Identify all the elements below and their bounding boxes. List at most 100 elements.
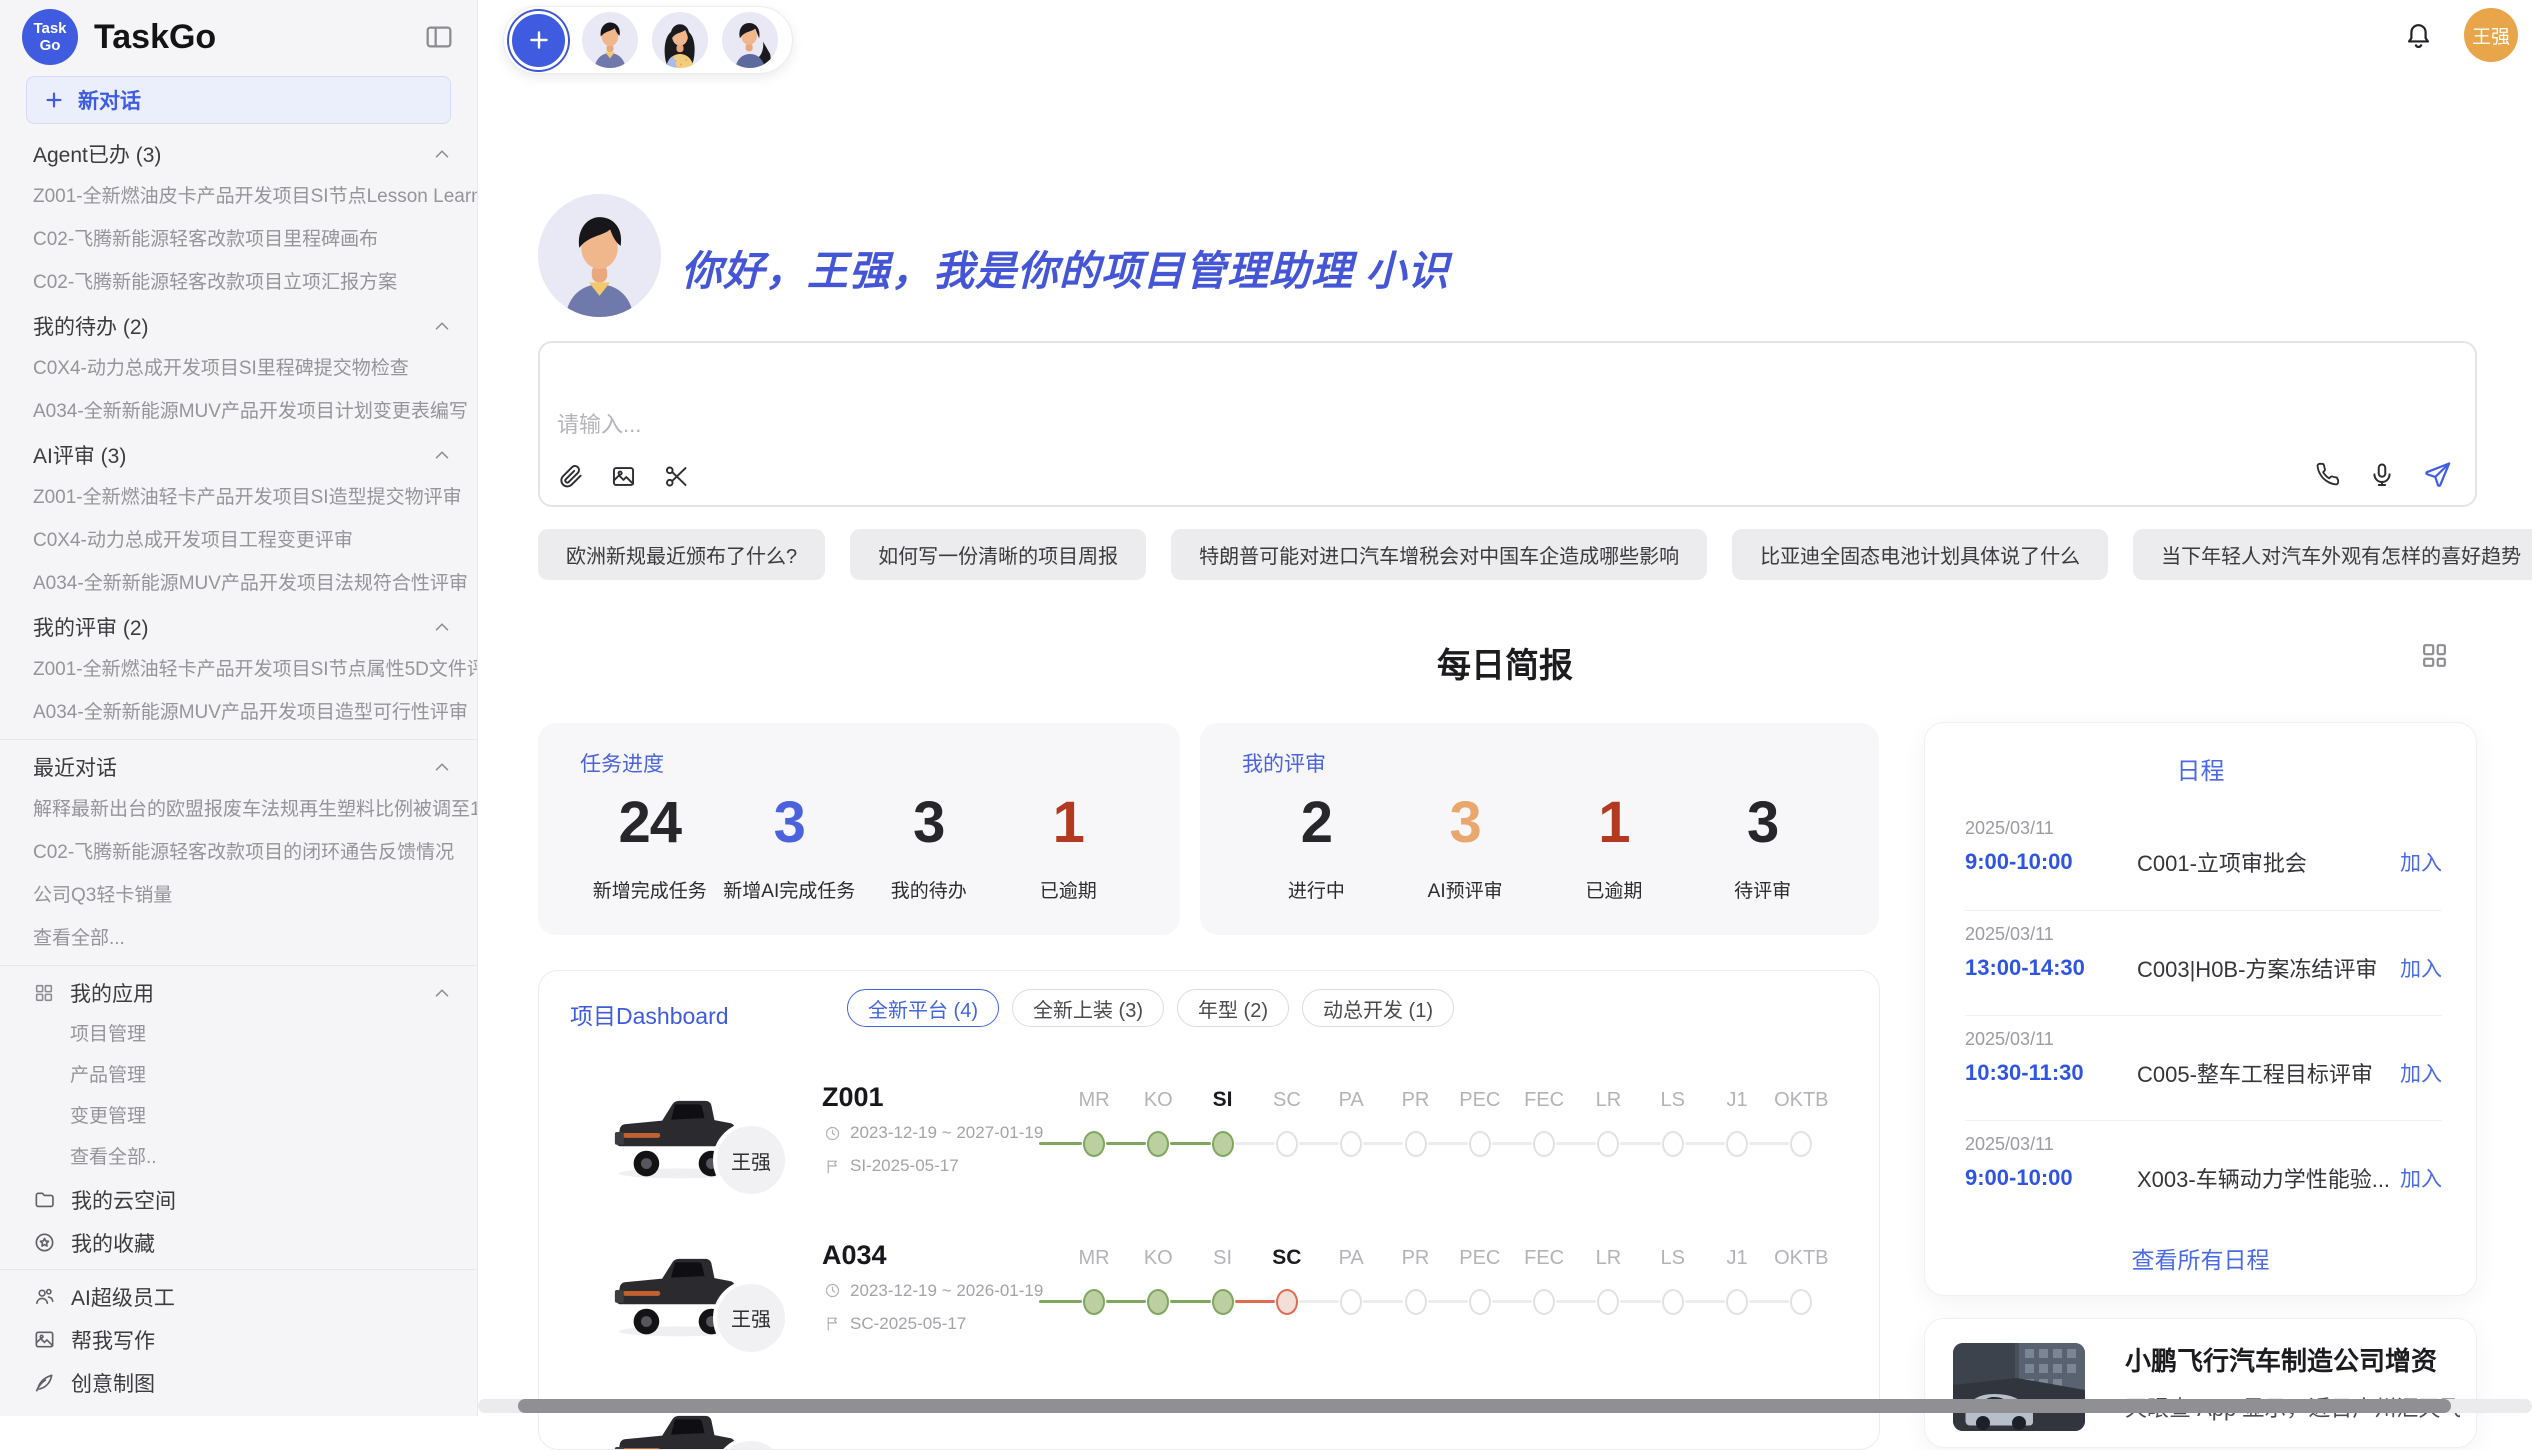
milestone-label: MR [1062,1246,1126,1274]
chevron-up-icon [431,315,453,337]
milestone-J1: J1 [1705,1088,1769,1157]
milestone-label: LR [1576,1246,1640,1274]
milestone-label: FEC [1512,1246,1576,1274]
add-agent-button[interactable] [509,11,568,70]
sidebar-item[interactable]: A034-全新新能源MUV产品开发项目法规符合性评审 [0,562,477,605]
dashboard-filters: 全新平台 (4) 全新上装 (3) 年型 (2) 动总开发 (1) [847,989,1454,1027]
sidebar-section-tasks-2[interactable]: AI评审 (3) [0,433,477,476]
stat-label: AI预评审 [1391,876,1540,903]
sidebar-item[interactable]: C0X4-动力总成开发项目工程变更评审 [0,519,477,562]
stat-label: 我的待办 [859,876,999,903]
view-all-schedule-link[interactable]: 查看所有日程 [1925,1241,2476,1275]
new-chat-button[interactable]: 新对话 [26,76,451,124]
sidebar-section-tasks-0[interactable]: Agent已办 (3) [0,132,477,175]
image-upload-icon[interactable] [610,463,637,490]
sidebar-item[interactable]: C02-飞腾新能源轻客改款项目立项汇报方案 [0,261,477,304]
section-title: AI评审 (3) [33,440,126,470]
news-card[interactable]: 小鹏飞行汽车制造公司增资 天眼查 App 显示，近日广州汇天飞行汽... [1924,1318,2477,1448]
flag-icon [824,1315,841,1332]
event-join-link[interactable]: 加入 [2400,1163,2442,1193]
event-join-link[interactable]: 加入 [2400,847,2442,877]
phone-call-icon[interactable] [2314,461,2342,489]
project-owner-avatar: 王强 [713,1280,789,1356]
milestone-PR: PR [1384,1088,1448,1157]
suggestion-chip-1[interactable]: 欧洲新规最近颁布了什么? [538,529,825,580]
sidebar-collapse-icon[interactable] [423,21,455,53]
sidebar-section-tasks-3[interactable]: 我的评审 (2) [0,605,477,648]
sidebar-item[interactable]: Z001-全新燃油皮卡产品开发项目SI节点Lesson Learn报告 [0,175,477,218]
horizontal-scrollbar-track[interactable] [478,1399,2532,1413]
agent-avatar-1[interactable] [582,12,638,68]
milestone-FEC: FEC [1512,1246,1576,1315]
milestone-PEC: PEC [1448,1088,1512,1157]
notification-bell-icon[interactable] [2403,20,2434,51]
stat-label: 新增完成任务 [580,876,720,903]
attachment-icon[interactable] [557,463,584,490]
milestone-label: PR [1384,1246,1448,1274]
dashboard-filter-pill[interactable]: 全新上装 (3) [1012,989,1164,1027]
task-progress-card: 任务进度 24 新增完成任务 3 新增AI完成任务 3 我的待办 1 已逾期 [538,723,1180,935]
sidebar-item[interactable]: 查看全部... [0,917,477,960]
sidebar-section-my-apps[interactable]: 我的应用 [0,971,477,1014]
sidebar-item[interactable]: A034-全新新能源MUV产品开发项目计划变更表编写 [0,390,477,433]
scissors-icon[interactable] [663,463,690,490]
sidebar-item[interactable]: 项目管理 [0,1014,477,1055]
milestone-PEC: PEC [1448,1246,1512,1315]
horizontal-scrollbar-thumb[interactable] [518,1399,2451,1413]
project-dates: 2023-12-19 ~ 2026-01-19 [824,1281,1043,1301]
dashboard-filter-pill[interactable]: 动总开发 (1) [1302,989,1454,1027]
section-title: 我的评审 (2) [33,612,149,642]
suggestion-chip-3[interactable]: 特朗普可能对进口汽车增税会对中国车企造成哪些影响 [1171,529,1707,580]
sidebar-item[interactable]: 变更管理 [0,1096,477,1137]
milestone-node [1340,1131,1362,1157]
sidebar-item[interactable]: A034-全新新能源MUV产品开发项目造型可行性评审 [0,691,477,734]
event-join-link[interactable]: 加入 [2400,953,2442,983]
project-row-Z001[interactable]: 王强 Z001 2023-12-19 ~ 2027-01-19 SI-2025-… [539,1076,1879,1233]
chevron-up-icon [431,982,453,1004]
sidebar-item[interactable]: Z001-全新燃油轻卡产品开发项目SI造型提交物评审 [0,476,477,519]
sidebar-item[interactable]: Z001-全新燃油轻卡产品开发项目SI节点属性5D文件评审 [0,648,477,691]
sidebar-item-badge[interactable]: 我的收藏 [0,1221,477,1264]
sidebar-item[interactable]: C02-飞腾新能源轻客改款项目里程碑画布 [0,218,477,261]
milestone-label: FEC [1512,1088,1576,1116]
send-icon[interactable] [2422,459,2453,490]
stat-value: 2 [1242,790,1391,856]
agent-avatar-2[interactable] [652,12,708,68]
sidebar-item[interactable]: 查看全部.. [0,1137,477,1178]
suggestion-chip-2[interactable]: 如何写一份清晰的项目周报 [850,529,1146,580]
sidebar-tool-image[interactable]: 帮我写作 [0,1318,477,1361]
microphone-icon[interactable] [2368,461,2396,489]
stat-value: 3 [720,790,860,856]
suggestion-chip-5[interactable]: 当下年轻人对汽车外观有怎样的喜好趋势 [2133,529,2532,580]
milestone-LR: LR [1576,1246,1640,1315]
dashboard-title: 项目Dashboard [570,997,729,1031]
pen-icon [33,1371,56,1394]
project-row-A034[interactable]: 王强 A034 2023-12-19 ~ 2026-01-19 SC-2025-… [539,1234,1879,1391]
sidebar-item-folder[interactable]: 我的云空间 [0,1178,477,1221]
section-title: 我的待办 (2) [33,311,149,341]
agent-avatar-3[interactable] [722,12,778,68]
sidebar-item[interactable]: C0X4-动力总成开发项目SI里程碑提交物检查 [0,347,477,390]
chat-composer[interactable]: 请输入... [538,341,2477,507]
milestone-label: PA [1319,1246,1383,1274]
sidebar-item[interactable]: 产品管理 [0,1055,477,1096]
sidebar-item[interactable]: 公司Q3轻卡销量 [0,874,477,917]
milestone-LR: LR [1576,1088,1640,1157]
sidebar-tool-people[interactable]: AI超级员工 [0,1275,477,1318]
briefing-layout-icon[interactable] [2419,640,2450,671]
sidebar-tool-pen[interactable]: 创意制图 [0,1361,477,1404]
milestone-label: SC [1255,1246,1319,1274]
grid-icon [33,982,55,1004]
milestone-SC: SC [1255,1088,1319,1157]
divider [0,965,477,966]
sidebar-section-recent[interactable]: 最近对话 [0,745,477,788]
event-join-link[interactable]: 加入 [2400,1058,2442,1088]
sidebar-item[interactable]: C02-飞腾新能源轻客改款项目的闭环通告反馈情况 [0,831,477,874]
user-avatar[interactable]: 王强 [2464,8,2518,62]
dashboard-filter-pill[interactable]: 年型 (2) [1177,989,1289,1027]
dashboard-filter-pill[interactable]: 全新平台 (4) [847,989,999,1027]
suggestion-chip-4[interactable]: 比亚迪全固态电池计划具体说了什么 [1732,529,2108,580]
sidebar-item[interactable]: 解释最新出台的欧盟报废车法规再生塑料比例被调至15%... [0,788,477,831]
plus-icon [526,27,552,53]
sidebar-section-tasks-1[interactable]: 我的待办 (2) [0,304,477,347]
